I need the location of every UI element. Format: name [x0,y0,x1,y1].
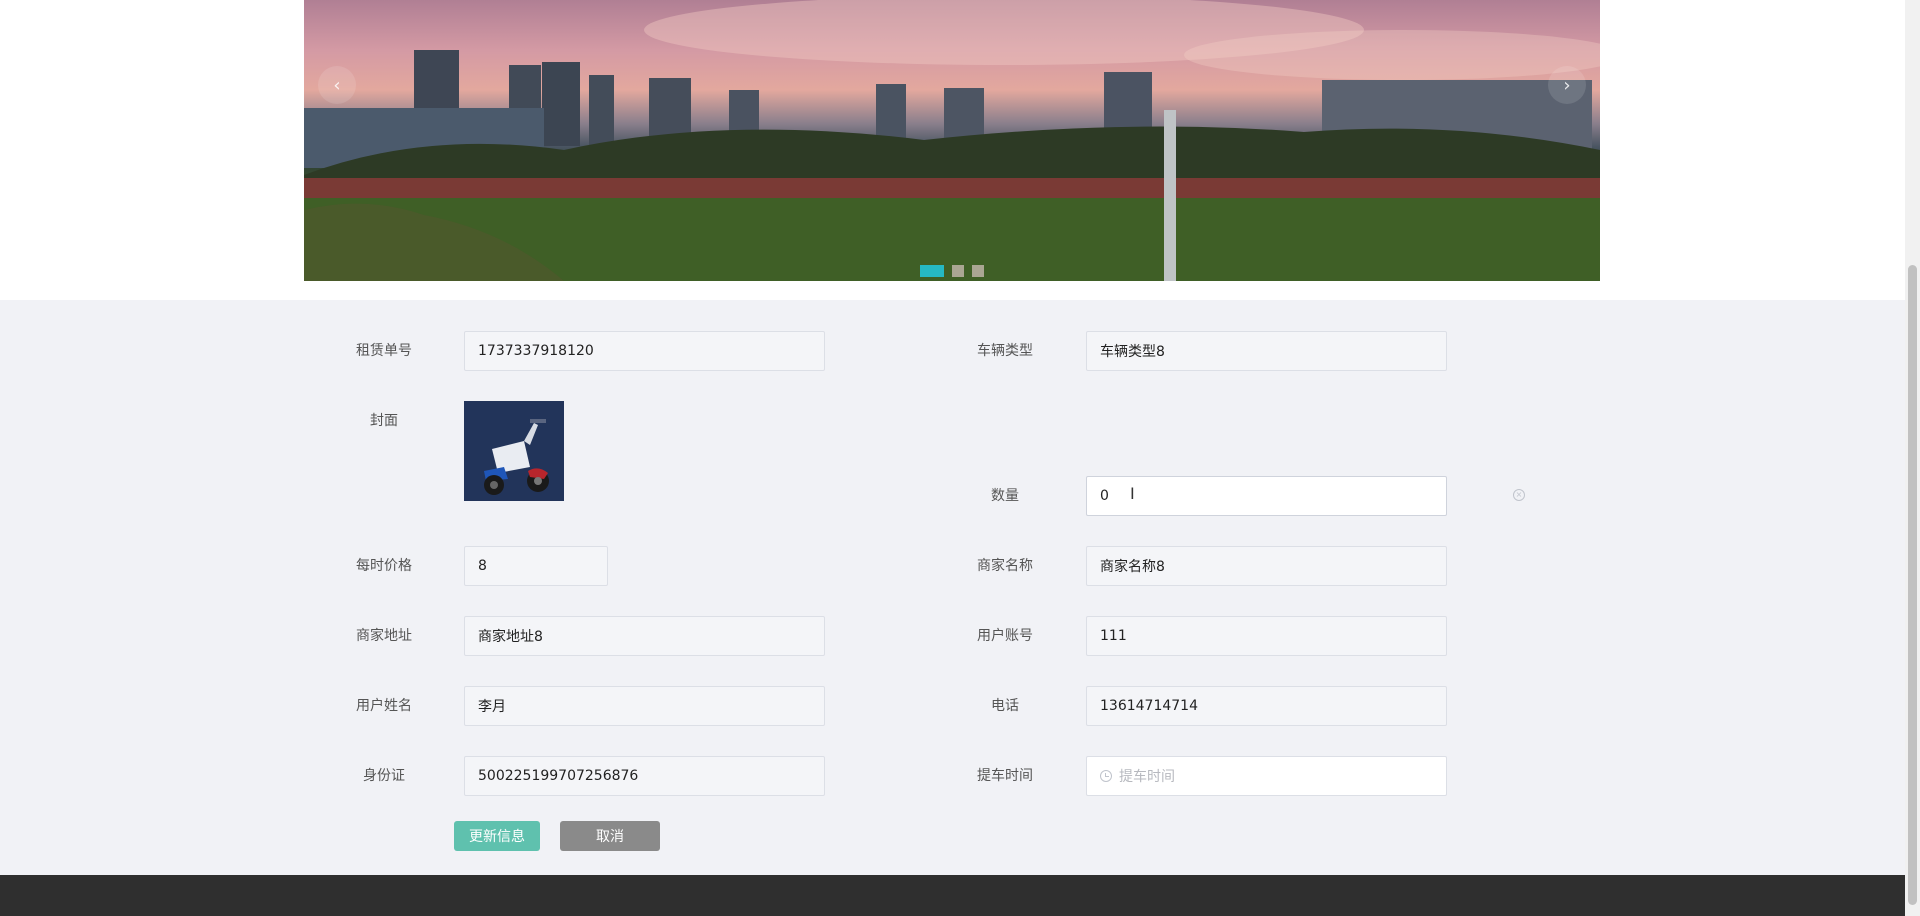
carousel-prev-button[interactable]: ‹ [318,66,356,104]
merchant-address-label: 商家地址 [356,628,412,644]
banner-area: ‹ › [0,0,1905,300]
page-scrollbar[interactable] [1905,0,1920,916]
carousel-image [304,0,1600,281]
user-name-label: 用户姓名 [356,698,412,714]
pickup-time-label: 提车时间 [977,768,1033,784]
id-card-label: 身份证 [363,768,405,784]
cancel-button[interactable]: 取消 [560,821,660,851]
carousel-next-button[interactable]: › [1548,66,1586,104]
order-no-value: 1737337918120 [478,343,594,359]
user-account-label: 用户账号 [977,628,1033,644]
update-info-button[interactable]: 更新信息 [454,821,540,851]
user-name-field[interactable]: 李月 [464,686,825,726]
quantity-input[interactable]: 0 [1086,476,1447,516]
id-card-field[interactable]: 500225199707256876 [464,756,825,796]
chevron-right-icon: › [1563,74,1571,96]
phone-field[interactable]: 13614714714 [1086,686,1447,726]
merchant-name-field[interactable]: 商家名称8 [1086,546,1447,586]
user-name-value: 李月 [478,699,506,715]
circle-close-icon[interactable]: × [1513,489,1525,501]
order-no-field[interactable]: 1737337918120 [464,331,825,371]
merchant-address-field[interactable]: 商家地址8 [464,616,825,656]
chevron-left-icon: ‹ [333,74,341,96]
carousel-dot-2[interactable] [952,265,964,277]
merchant-name-value: 商家名称8 [1100,559,1165,575]
cover-label: 封面 [370,413,398,429]
merchant-name-label: 商家名称 [977,558,1033,574]
vehicle-type-label: 车辆类型 [977,343,1033,359]
pickup-time-placeholder: 提车时间 [1119,769,1175,785]
vehicle-type-field[interactable]: 车辆类型8 [1086,331,1447,371]
carousel-dot-1[interactable] [920,265,944,277]
hourly-price-field[interactable]: 8 [464,546,608,586]
vehicle-type-value: 车辆类型8 [1100,344,1165,360]
quantity-value: 0 [1100,488,1109,504]
user-account-value: 111 [1100,628,1127,644]
quantity-label: 数量 [991,488,1019,504]
hourly-price-value: 8 [478,558,487,574]
order-no-label: 租赁单号 [356,343,412,359]
carousel-indicators [920,265,984,277]
merchant-address-value: 商家地址8 [478,629,543,645]
id-card-value: 500225199707256876 [478,768,639,784]
phone-label: 电话 [991,698,1019,714]
hourly-price-label: 每时价格 [356,558,412,574]
scrollbar-thumb[interactable] [1908,265,1917,905]
scooter-image [464,401,564,501]
cover-image[interactable] [464,401,564,501]
carousel: ‹ › [304,0,1600,281]
phone-value: 13614714714 [1100,698,1198,714]
text-cursor-icon: I [1130,484,1135,503]
user-account-field[interactable]: 111 [1086,616,1447,656]
pickup-time-picker[interactable]: 提车时间 [1086,756,1447,796]
carousel-dot-3[interactable] [972,265,984,277]
footer [0,875,1905,916]
clock-icon [1100,770,1112,782]
